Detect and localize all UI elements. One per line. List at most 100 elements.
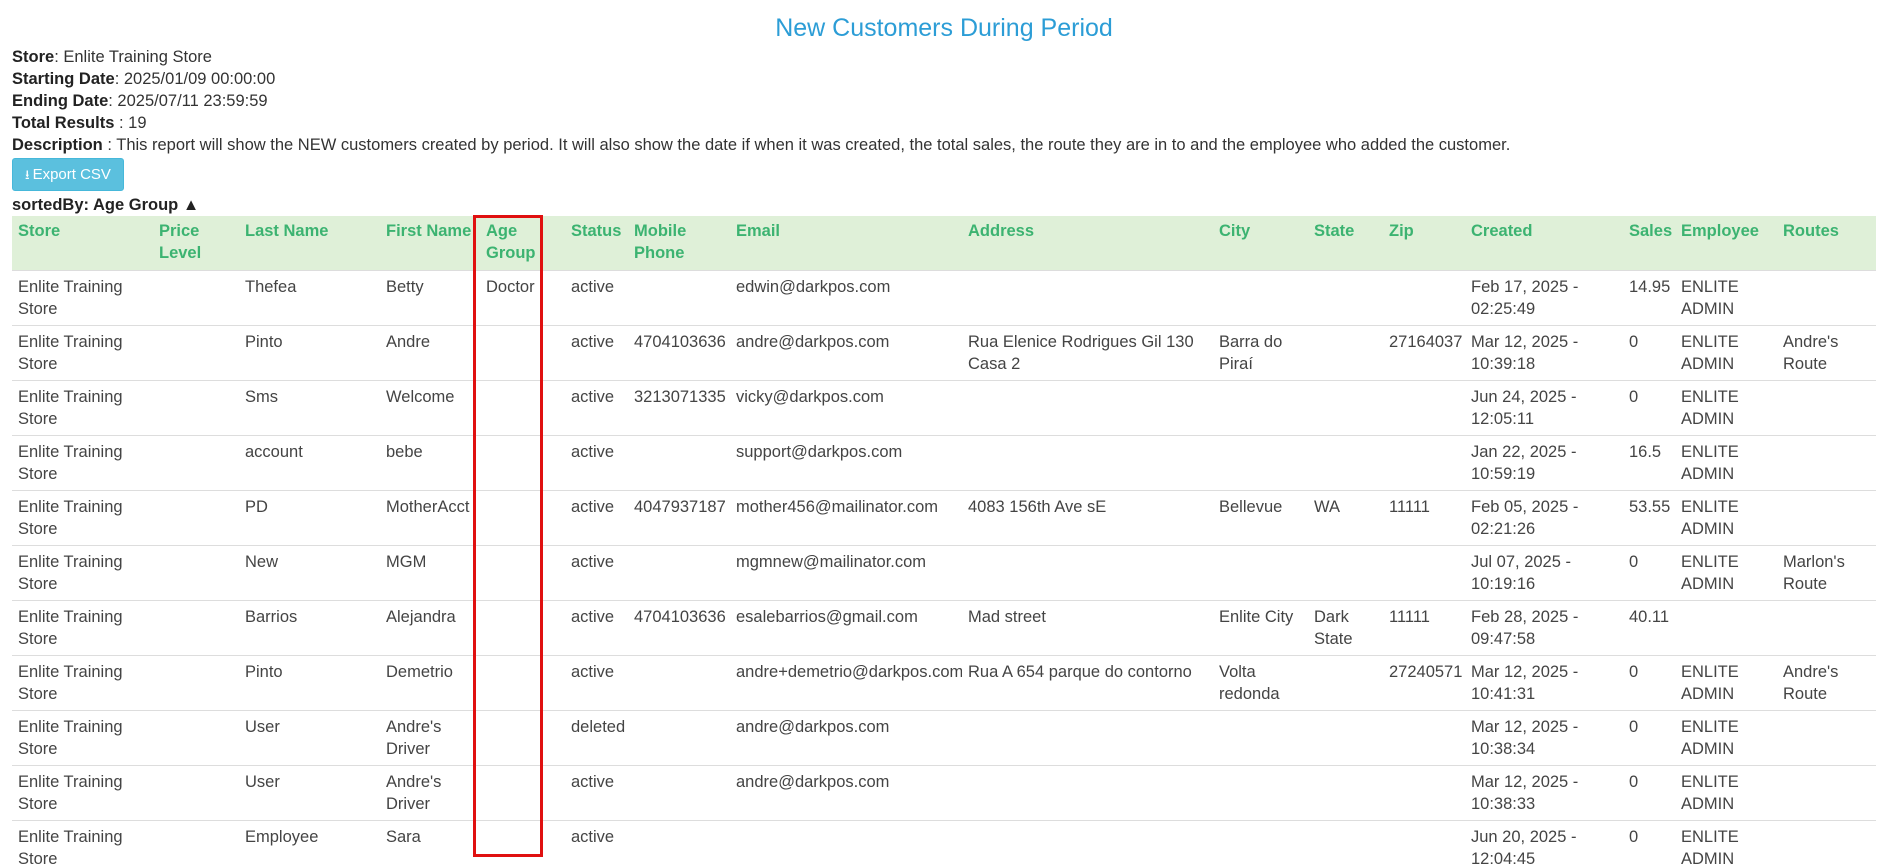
column-header-city[interactable]: City xyxy=(1213,216,1308,270)
cell-zip: 27164037 xyxy=(1383,324,1465,380)
cell-first-name: Andre's Driver xyxy=(380,764,480,820)
column-header-sales[interactable]: Sales xyxy=(1623,216,1675,270)
column-header-last-name[interactable]: Last Name xyxy=(239,216,380,270)
cell-age-group xyxy=(480,324,565,380)
table-row[interactable]: Enlite Training Store Pinto Andre active 470… xyxy=(12,324,1876,380)
cell-state xyxy=(1308,654,1383,710)
column-header-email[interactable]: Email xyxy=(730,216,962,270)
column-header-state[interactable]: State xyxy=(1308,216,1383,270)
cell-first-name: Andre's Driver xyxy=(380,709,480,765)
cell-email: andre@darkpos.com xyxy=(730,324,962,380)
cell-routes xyxy=(1777,819,1876,865)
cell-zip: 27240571 xyxy=(1383,654,1465,710)
end-date-label: Ending Date xyxy=(12,92,109,110)
cell-created: Mar 12, 2025 - 10:39:18 xyxy=(1465,324,1623,380)
cell-address xyxy=(962,269,1213,325)
cell-mobile-phone: 3213071335 xyxy=(628,379,730,435)
cell-routes: Andre's Route xyxy=(1777,654,1876,710)
cell-routes: Andre's Route xyxy=(1777,324,1876,380)
table-row[interactable]: Enlite Training Store Thefea Betty Doctor ac… xyxy=(12,269,1876,325)
cell-status: active xyxy=(565,379,628,435)
cell-address xyxy=(962,819,1213,865)
cell-city xyxy=(1213,269,1308,325)
cell-state xyxy=(1308,709,1383,765)
cell-routes xyxy=(1777,379,1876,435)
cell-store: Enlite Training Store xyxy=(12,544,153,600)
cell-store: Enlite Training Store xyxy=(12,709,153,765)
column-header-employee[interactable]: Employee xyxy=(1675,216,1777,270)
start-date-label: Starting Date xyxy=(12,70,115,88)
description-label: Description xyxy=(12,136,103,154)
cell-state xyxy=(1308,269,1383,325)
cell-state xyxy=(1308,819,1383,865)
cell-price-level xyxy=(153,819,239,865)
cell-routes xyxy=(1777,764,1876,820)
cell-first-name: MotherAcct xyxy=(380,489,480,545)
cell-address xyxy=(962,434,1213,490)
column-header-status[interactable]: Status xyxy=(565,216,628,270)
column-header-routes[interactable]: Routes xyxy=(1777,216,1876,270)
cell-age-group: Doctor xyxy=(480,269,565,325)
cell-sales: 0 xyxy=(1623,324,1675,380)
column-header-age-group[interactable]: Age Group xyxy=(480,216,565,270)
column-header-first-name[interactable]: First Name xyxy=(380,216,480,270)
cell-status: active xyxy=(565,324,628,380)
cell-created: Feb 28, 2025 - 09:47:58 xyxy=(1465,599,1623,655)
cell-address xyxy=(962,764,1213,820)
cell-last-name: Pinto xyxy=(239,324,380,380)
column-header-store[interactable]: Store xyxy=(12,216,153,270)
cell-store: Enlite Training Store xyxy=(12,379,153,435)
cell-address: 4083 156th Ave sE xyxy=(962,489,1213,545)
cell-price-level xyxy=(153,489,239,545)
table-row[interactable]: Enlite Training Store User Andre's Driver a… xyxy=(12,764,1876,820)
cell-zip xyxy=(1383,764,1465,820)
column-header-zip[interactable]: Zip xyxy=(1383,216,1465,270)
cell-sales: 14.95 xyxy=(1623,269,1675,325)
cell-routes: Marlon's Route xyxy=(1777,544,1876,600)
cell-first-name: Demetrio xyxy=(380,654,480,710)
total-results-label: Total Results xyxy=(12,114,115,132)
cell-status: active xyxy=(565,654,628,710)
cell-store: Enlite Training Store xyxy=(12,269,153,325)
store-value: : Enlite Training Store xyxy=(54,48,212,66)
export-csv-button[interactable]: ⭳ Export CSV xyxy=(12,158,124,191)
page-title: New Customers During Period xyxy=(775,14,1113,42)
cell-store: Enlite Training Store xyxy=(12,764,153,820)
cell-mobile-phone xyxy=(628,654,730,710)
cell-employee: ENLITE ADMIN xyxy=(1675,324,1777,380)
cell-email: vicky@darkpos.com xyxy=(730,379,962,435)
table-row[interactable]: Enlite Training Store Sms Welcome active 321… xyxy=(12,379,1876,435)
cell-sales: 53.55 xyxy=(1623,489,1675,545)
table-row[interactable]: Enlite Training Store New MGM active mgmnew@… xyxy=(12,544,1876,600)
cell-routes xyxy=(1777,709,1876,765)
table-row[interactable]: Enlite Training Store PD MotherAcct active 4… xyxy=(12,489,1876,545)
column-header-price-level[interactable]: Price Level xyxy=(153,216,239,270)
cell-employee: ENLITE ADMIN xyxy=(1675,764,1777,820)
cell-state xyxy=(1308,324,1383,380)
cell-mobile-phone xyxy=(628,544,730,600)
column-header-created[interactable]: Created xyxy=(1465,216,1623,270)
cell-status: active xyxy=(565,269,628,325)
cell-store: Enlite Training Store xyxy=(12,654,153,710)
cell-first-name: Alejandra xyxy=(380,599,480,655)
table-row[interactable]: Enlite Training Store Barrios Alejandra act… xyxy=(12,599,1876,655)
cell-sales: 0 xyxy=(1623,654,1675,710)
cell-email: edwin@darkpos.com xyxy=(730,269,962,325)
cell-last-name: Sms xyxy=(239,379,380,435)
end-date-value: : 2025/07/11 23:59:59 xyxy=(108,92,268,110)
column-header-mobile-phone[interactable]: Mobile Phone xyxy=(628,216,730,270)
table-row[interactable]: Enlite Training Store User Andre's Driver d… xyxy=(12,709,1876,765)
cell-mobile-phone: 4704103636 xyxy=(628,324,730,380)
table-row[interactable]: Enlite Training Store account bebe active su… xyxy=(12,434,1876,490)
total-results-value: : 19 xyxy=(114,114,147,132)
cell-city: Barra do Piraí xyxy=(1213,324,1308,380)
description-value: : This report will show the NEW customer… xyxy=(102,136,1511,154)
cell-city xyxy=(1213,434,1308,490)
table-row[interactable]: Enlite Training Store Pinto Demetrio active… xyxy=(12,654,1876,710)
cell-employee: ENLITE ADMIN xyxy=(1675,434,1777,490)
cell-zip xyxy=(1383,819,1465,865)
table-row[interactable]: Enlite Training Store Employee Sara active J… xyxy=(12,819,1876,865)
column-header-address[interactable]: Address xyxy=(962,216,1213,270)
cell-created: Feb 05, 2025 - 02:21:26 xyxy=(1465,489,1623,545)
cell-store: Enlite Training Store xyxy=(12,434,153,490)
